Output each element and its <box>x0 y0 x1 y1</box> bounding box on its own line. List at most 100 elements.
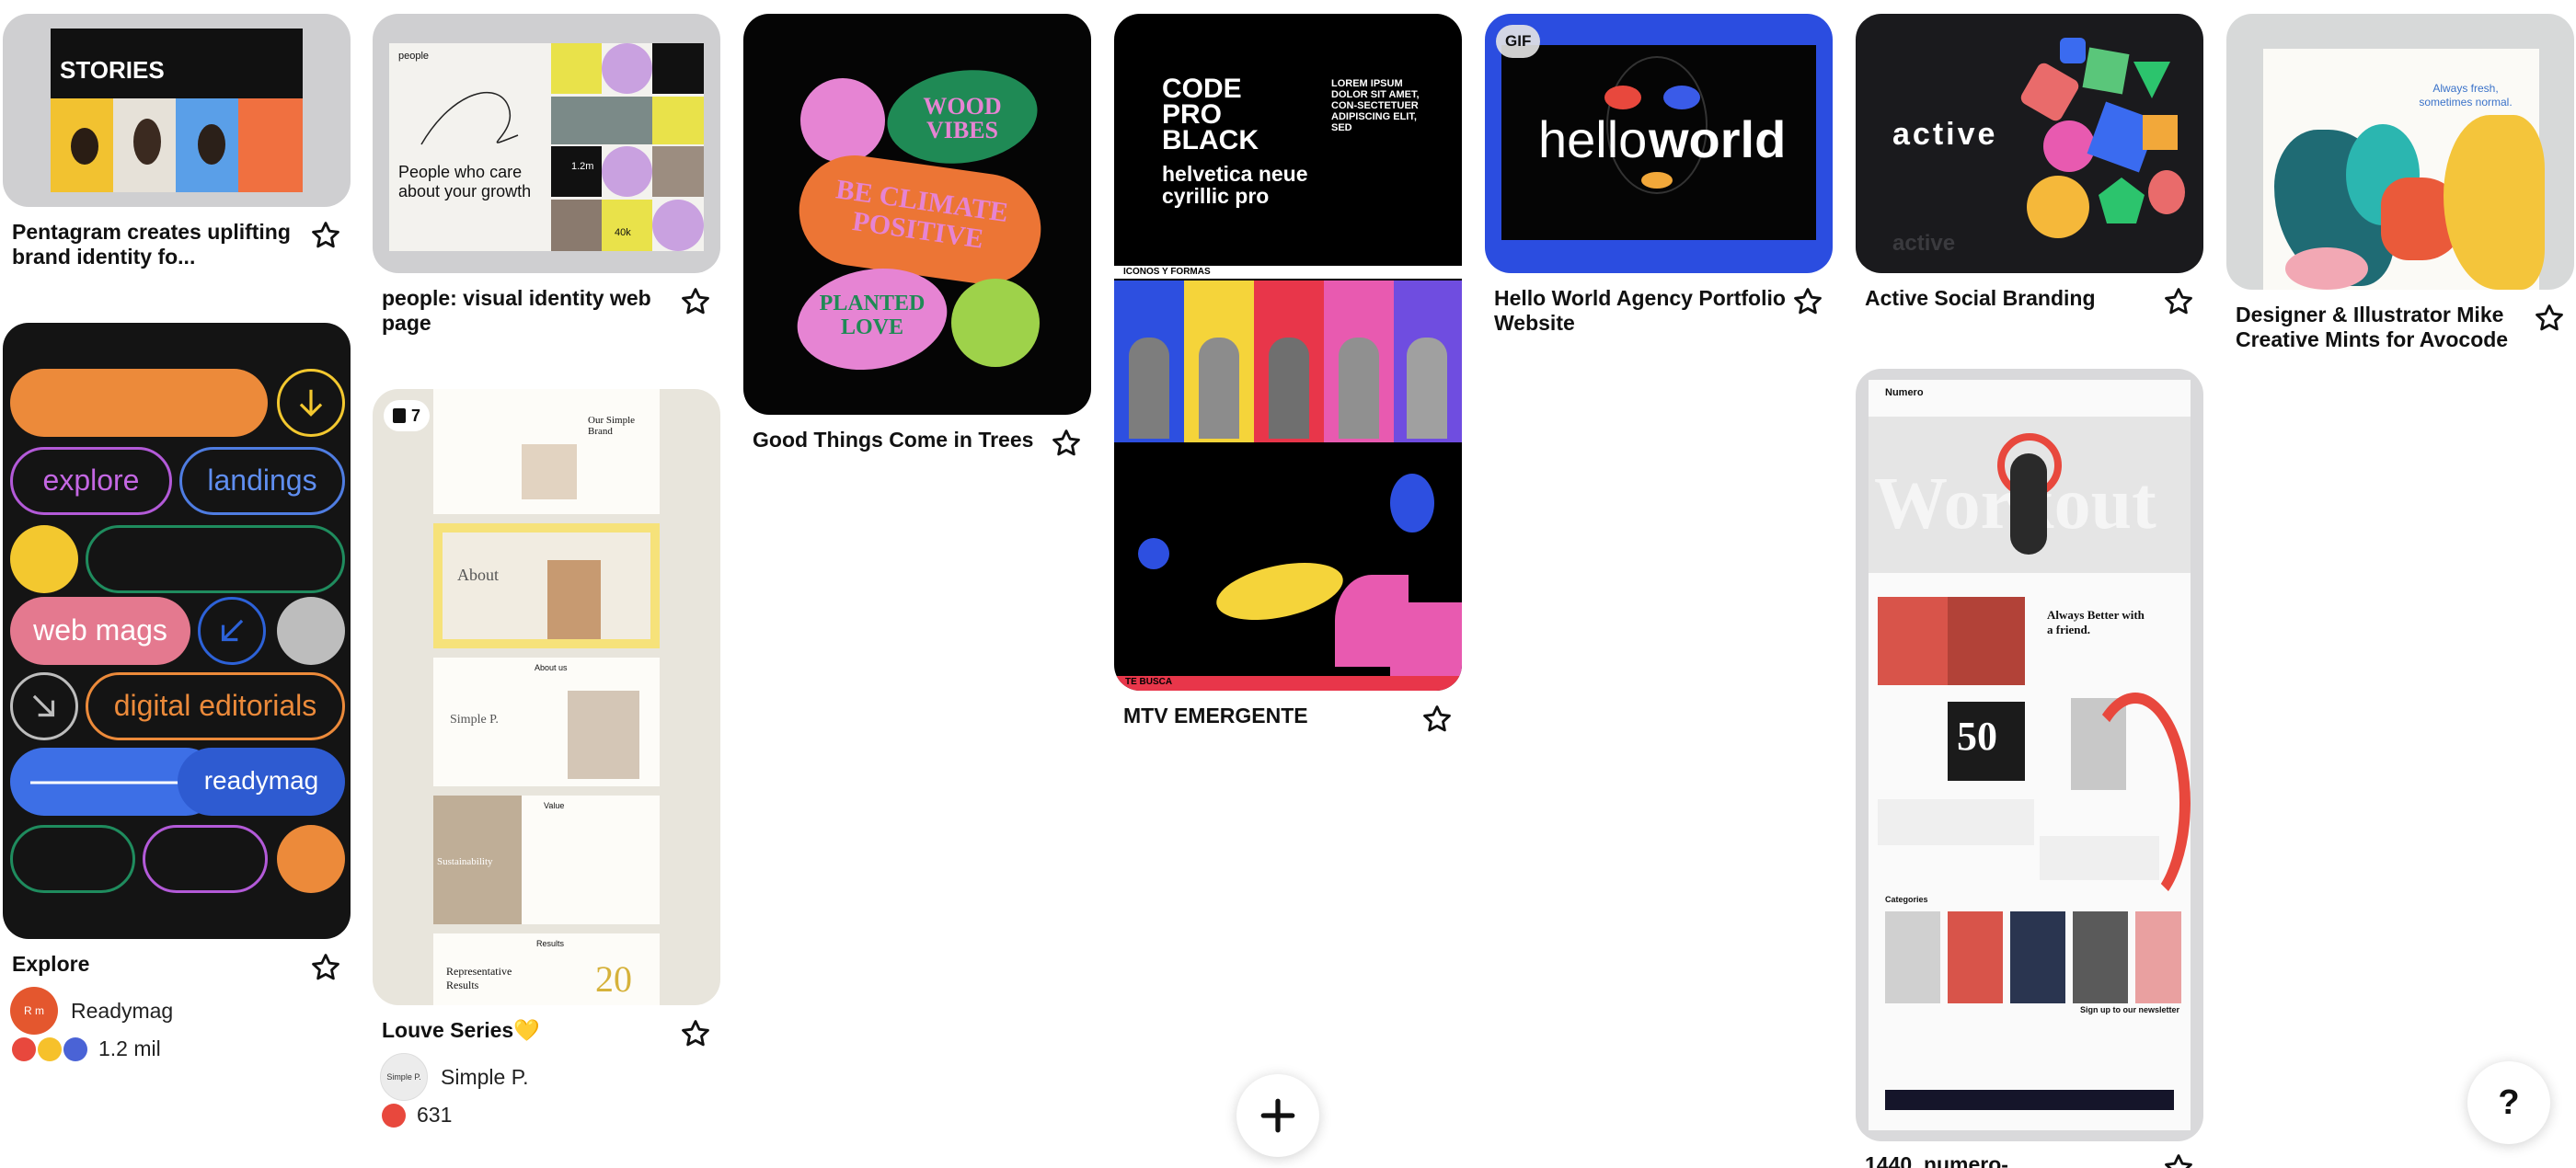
pin-image[interactable]: explore landings web mags digital editor… <box>3 323 351 939</box>
image-text: Results <box>536 939 565 948</box>
count-badge: 7 <box>384 400 431 431</box>
star-icon[interactable] <box>680 1018 711 1049</box>
pin-image[interactable]: STORIES <box>3 14 351 207</box>
image-text: 50 <box>1957 714 1997 759</box>
pin-image[interactable]: people People who care about your growth… <box>373 14 720 273</box>
star-icon[interactable] <box>2163 286 2194 317</box>
arrow-down-left-icon <box>221 619 244 642</box>
star-icon[interactable] <box>1421 704 1453 735</box>
creator[interactable]: Simple P. Simple P. <box>380 1053 528 1101</box>
pill-label: web mags <box>33 613 167 647</box>
pin-title[interactable]: people: visual identity web page <box>382 286 676 336</box>
sticker-text: PLANTED LOVE <box>819 292 926 339</box>
star-icon[interactable] <box>1792 286 1823 317</box>
help-label: ? <box>2498 1082 2520 1122</box>
image-text: 40k <box>615 227 631 238</box>
pill-label: readymag <box>203 766 319 795</box>
image-text: Always Better with a friend. <box>2047 608 2145 636</box>
image-text: TE BUSCA <box>1125 677 1173 687</box>
pin-title[interactable]: MTV EMERGENTE <box>1123 704 1418 728</box>
pages-icon <box>393 408 406 423</box>
pin-title[interactable]: Hello World Agency Portfolio Website <box>1494 286 1788 336</box>
pin-image[interactable]: Always fresh, sometimes normal. <box>2226 14 2574 290</box>
pill-label: landings <box>207 464 317 497</box>
laugh-icon <box>38 1036 62 1061</box>
pin-card[interactable]: STORIES Pentagram creates uplifting bran… <box>3 14 351 281</box>
plus-icon <box>1260 1098 1295 1133</box>
image-text: 20 <box>595 958 632 1000</box>
pin-title[interactable]: Active Social Branding <box>1865 286 2159 311</box>
pin-card[interactable]: CODE PRO BLACK LOREM IPSUM DOLOR SIT AME… <box>1114 14 1462 740</box>
image-text: Categories <box>1885 895 1928 904</box>
scribble-icon <box>420 91 519 145</box>
pin-image[interactable]: CODE PRO BLACK LOREM IPSUM DOLOR SIT AME… <box>1114 14 1462 691</box>
image-text: world <box>1649 110 1787 168</box>
reaction-count: 631 <box>417 1103 453 1127</box>
image-text: Simple P. <box>450 713 499 727</box>
pin-card[interactable]: WOOD VIBES BE CLIMATE POSITIVE PLANTED L… <box>743 14 1091 456</box>
pill-label: explore <box>42 464 140 497</box>
pin-image[interactable]: hello world GIF <box>1485 14 1833 273</box>
sticker-text: WOOD VIBES <box>923 93 1002 143</box>
count-text: 7 <box>411 406 421 425</box>
arrow-down-right-icon <box>32 694 55 717</box>
pin-title[interactable]: Good Things Come in Trees <box>753 428 1047 452</box>
pin-title[interactable]: 1440_numero- <box>1865 1152 2159 1168</box>
arrow-down-icon <box>299 389 323 417</box>
reaction-count: 1.2 mil <box>98 1036 161 1060</box>
pin-image[interactable]: Numero Workout Always Better with a frie… <box>1856 369 2203 1141</box>
create-pin-button[interactable] <box>1236 1074 1319 1157</box>
pin-title[interactable]: Pentagram creates uplifting brand identi… <box>12 220 306 269</box>
image-text: helvetica neue cyrillic pro <box>1162 162 1308 208</box>
wow-icon <box>63 1036 87 1061</box>
image-text: people <box>398 51 430 62</box>
image-text: Sustainability <box>437 856 493 867</box>
pin-image[interactable]: WOOD VIBES BE CLIMATE POSITIVE PLANTED L… <box>743 14 1091 415</box>
image-text: Always fresh, sometimes normal. <box>2419 82 2513 109</box>
image-text: People who care about your growth <box>398 163 532 200</box>
star-icon[interactable] <box>1051 428 1082 459</box>
image-text: active <box>1892 117 1998 152</box>
pin-image[interactable]: 7 Our Simple Brand About About us Simple… <box>373 389 720 1005</box>
reactions[interactable]: 1.2 mil <box>12 1036 161 1061</box>
image-text: Sign up to our newsletter <box>2080 1005 2180 1014</box>
pin-title[interactable]: Explore <box>12 952 306 977</box>
image-text: Numero <box>1885 387 1924 398</box>
pin-title[interactable]: Designer & Illustrator Mike Creative Min… <box>2236 303 2530 352</box>
reactions[interactable]: 631 <box>382 1103 452 1128</box>
image-text: Representative Results <box>446 965 512 991</box>
pin-card[interactable]: 7 Our Simple Brand About About us Simple… <box>373 389 720 1143</box>
pill-label: digital editorials <box>113 689 317 722</box>
avatar[interactable]: Simple P. <box>380 1053 428 1101</box>
creator-name[interactable]: Readymag <box>71 999 173 1024</box>
image-text: STORIES <box>60 56 165 84</box>
creator-name[interactable]: Simple P. <box>441 1065 528 1090</box>
gif-label: GIF <box>1505 32 1532 50</box>
image-text: About us <box>535 663 568 672</box>
gif-badge: GIF <box>1496 25 1541 58</box>
pin-card[interactable]: Numero Workout Always Better with a frie… <box>1856 369 2203 1168</box>
pin-card[interactable]: active active Active Social Branding <box>1856 14 2203 345</box>
image-text: CODE PRO BLACK <box>1162 74 1259 155</box>
pin-image[interactable]: active active <box>1856 14 2203 273</box>
image-text: hello <box>1538 110 1648 168</box>
pin-card[interactable]: people People who care about your growth… <box>373 14 720 345</box>
star-icon[interactable] <box>310 952 341 983</box>
pin-card[interactable]: explore landings web mags digital editor… <box>3 323 351 1077</box>
image-text: ICONOS Y FORMAS <box>1123 267 1211 277</box>
star-icon[interactable] <box>2534 303 2565 334</box>
heart-icon <box>382 1103 406 1128</box>
avatar[interactable]: R m <box>10 987 58 1035</box>
creator[interactable]: R m Readymag <box>10 987 173 1035</box>
star-icon[interactable] <box>2163 1152 2194 1168</box>
arrow-right-icon <box>30 768 199 797</box>
image-text: LOREM IPSUM DOLOR SIT AMET, CON-SECTETUE… <box>1331 78 1420 133</box>
pin-card[interactable]: Always fresh, sometimes normal. Designer… <box>2226 14 2574 363</box>
help-button[interactable]: ? <box>2467 1061 2550 1144</box>
pin-title[interactable]: Louve Series💛 <box>382 1018 676 1043</box>
image-text: active <box>1892 231 1956 256</box>
image-text: 1.2m <box>571 161 594 172</box>
pin-card[interactable]: hello world GIF Hello World Agency Portf… <box>1485 14 1833 345</box>
star-icon[interactable] <box>680 286 711 317</box>
star-icon[interactable] <box>310 220 341 251</box>
